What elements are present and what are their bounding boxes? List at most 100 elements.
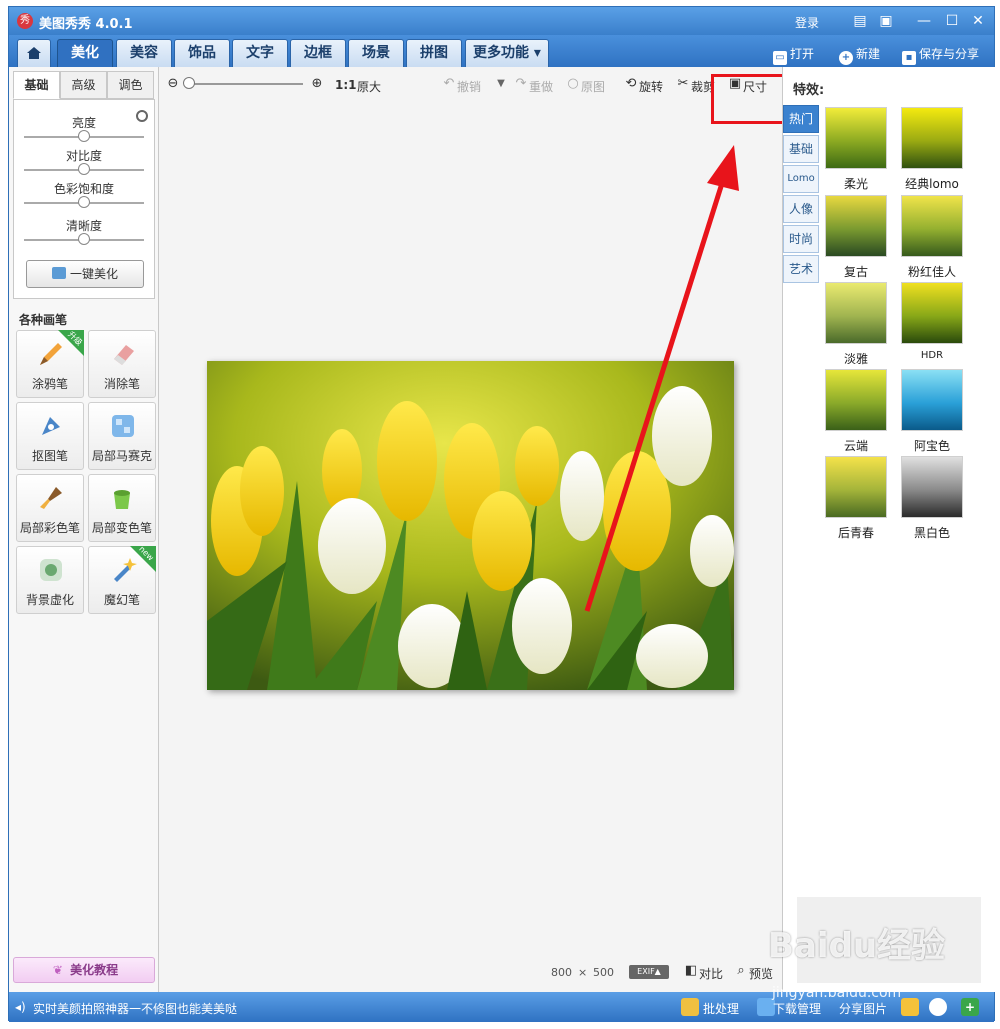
fx-thumb-black-white[interactable]	[901, 456, 963, 518]
paintbrush-icon	[40, 487, 62, 509]
preview-button[interactable]: 预览	[749, 965, 773, 982]
new-button[interactable]: + 新建	[839, 45, 880, 65]
exif-button[interactable]: EXIF▲	[629, 965, 669, 979]
contrast-label: 对比度	[65, 149, 102, 163]
canvas-toolbar: ⊖ ⊕ 1:1 原大 ↶ 撤销 ▼ ↷ 重做 ○ 原图 ⟲ 旋转 ✂ 裁剪 ▣ …	[159, 67, 782, 103]
star-icon[interactable]	[901, 998, 919, 1016]
fx-thumb-pink-lady[interactable]	[901, 195, 963, 257]
zoom-slider[interactable]	[185, 83, 303, 85]
skin-icon[interactable]: ▣	[877, 12, 895, 30]
app-title: 美图秀秀 4.0.1	[39, 17, 133, 32]
original-icon: ○	[567, 76, 579, 91]
batch-button[interactable]: 批处理	[703, 1000, 739, 1017]
fx-tab-basic[interactable]: 基础	[783, 135, 819, 163]
pen-nib-icon	[42, 417, 60, 435]
tab-accessories[interactable]: 饰品	[174, 39, 230, 67]
effects-title: 特效:	[793, 83, 825, 98]
scissors-icon: ✂	[677, 76, 689, 91]
zoom-out-icon[interactable]: ⊖	[165, 76, 181, 92]
share-image-button[interactable]: 分享图片	[839, 1000, 887, 1017]
fx-thumb-classic-lomo[interactable]	[901, 107, 963, 169]
fx-thumb-elegant[interactable]	[825, 282, 887, 344]
tab-scene[interactable]: 场景	[348, 39, 404, 67]
one-click-beautify-button[interactable]: 一键美化	[26, 260, 144, 288]
tab-more[interactable]: 更多功能 ▾	[465, 39, 549, 67]
tab-beauty[interactable]: 美容	[116, 39, 172, 67]
dimension-separator: ×	[578, 966, 588, 979]
adjust-subtabs: 基础 高级 调色	[13, 71, 155, 99]
subtab-color[interactable]: 调色	[107, 71, 154, 99]
fx-thumb-hdr[interactable]	[901, 282, 963, 344]
add-icon[interactable]: +	[961, 998, 979, 1016]
download-manager-button[interactable]: 下载管理	[773, 1000, 821, 1017]
brush-section-title: 各种画笔	[19, 313, 68, 327]
footprint-icon: ❦	[52, 963, 63, 977]
paint-bucket-icon	[114, 490, 130, 509]
left-panel: 基础 高级 调色 亮度 对比度 色彩饱和度 清晰度 一键美化 各种画笔 升级 涂…	[9, 67, 159, 992]
save-icon: ▪	[902, 51, 916, 65]
fx-thumb-vintage[interactable]	[825, 195, 887, 257]
redo-icon: ↷	[515, 76, 527, 91]
saturation-knob[interactable]	[78, 196, 90, 208]
status-tip[interactable]: 实时美颜拍照神器一不修图也能美美哒	[33, 1000, 237, 1017]
fx-tab-lomo[interactable]: Lomo	[783, 165, 819, 193]
background-blur-button[interactable]: 背景虚化	[16, 546, 84, 614]
maximize-icon[interactable]: ☐	[943, 12, 961, 30]
open-button[interactable]: ▭ 打开	[773, 45, 814, 65]
rotate-button[interactable]: 旋转	[639, 78, 663, 95]
color-brush-button[interactable]: 局部彩色笔	[16, 474, 84, 542]
fx-tab-art[interactable]: 艺术	[783, 255, 819, 283]
home-icon	[27, 47, 41, 59]
contrast-knob[interactable]	[78, 163, 90, 175]
batch-icon	[681, 998, 699, 1016]
blur-icon	[40, 559, 62, 581]
cutout-brush-button[interactable]: 抠图笔	[16, 402, 84, 470]
fx-thumb-youth[interactable]	[825, 456, 887, 518]
ratio-label: 1:1	[335, 78, 357, 92]
app-window: 秀 美图秀秀 4.0.1 登录 ▤ ▣ — ☐ ✕ 美化 美容 饰品 文字 边框…	[8, 6, 995, 1022]
main-nav: 美化 美容 饰品 文字 边框 场景 拼图 更多功能 ▾ ▭ 打开 + 新建 ▪ 保存与…	[9, 35, 994, 67]
original-button[interactable]: 原图	[581, 78, 605, 95]
compare-button[interactable]: 对比	[699, 965, 723, 982]
brightness-knob[interactable]	[78, 130, 90, 142]
undo-dropdown-icon[interactable]: ▼	[493, 76, 509, 92]
fx-tab-hot[interactable]: 热门	[783, 105, 819, 133]
mosaic-brush-button[interactable]: 局部马赛克	[88, 402, 156, 470]
baidu-watermark: Baidu经验	[768, 926, 946, 966]
eraser-brush-button[interactable]: 消除笔	[88, 330, 156, 398]
app-logo-icon: 秀	[17, 13, 33, 29]
home-tab[interactable]	[17, 39, 51, 67]
minimize-icon[interactable]: —	[915, 12, 933, 30]
subtab-advanced[interactable]: 高级	[60, 71, 107, 99]
tab-text[interactable]: 文字	[232, 39, 288, 67]
fx-tab-portrait[interactable]: 人像	[783, 195, 819, 223]
close-icon[interactable]: ✕	[969, 12, 987, 30]
fx-thumb-cloud[interactable]	[825, 369, 887, 431]
tutorial-button[interactable]: ❦ 美化教程	[13, 957, 155, 983]
redo-button[interactable]: 重做	[529, 78, 553, 95]
undo-button[interactable]: 撤销	[457, 78, 481, 95]
fx-thumb-abao[interactable]	[901, 369, 963, 431]
feedback-icon[interactable]: ▤	[851, 12, 869, 30]
doodle-brush-button[interactable]: 升级 涂鸦笔	[16, 330, 84, 398]
undo-icon: ↶	[443, 76, 455, 91]
weibo-icon[interactable]	[929, 998, 947, 1016]
magic-brush-button[interactable]: new 魔幻笔	[88, 544, 156, 614]
original-size-button[interactable]: 原大	[357, 78, 381, 95]
tab-frame[interactable]: 边框	[290, 39, 346, 67]
fx-thumb-soft-light[interactable]	[825, 107, 887, 169]
fx-tab-fashion[interactable]: 时尚	[783, 225, 819, 253]
tab-beautify[interactable]: 美化	[57, 39, 113, 67]
save-share-button[interactable]: ▪ 保存与分享	[902, 45, 979, 65]
login-link[interactable]: 登录	[795, 14, 819, 31]
effects-panel: 特效: 热门 基础 Lomo 人像 时尚 艺术 柔光 经典lomo 复古 粉红佳…	[782, 67, 995, 992]
plus-icon: +	[839, 51, 853, 65]
subtab-basic[interactable]: 基础	[13, 71, 60, 99]
zoom-knob[interactable]	[183, 77, 195, 89]
size-highlight-box	[711, 74, 788, 124]
recolor-brush-button[interactable]: 局部变色笔	[88, 474, 156, 542]
sharpness-knob[interactable]	[78, 233, 90, 245]
zoom-in-icon[interactable]: ⊕	[309, 76, 325, 92]
tab-collage[interactable]: 拼图	[406, 39, 462, 67]
brightness-label: 亮度	[71, 116, 96, 130]
